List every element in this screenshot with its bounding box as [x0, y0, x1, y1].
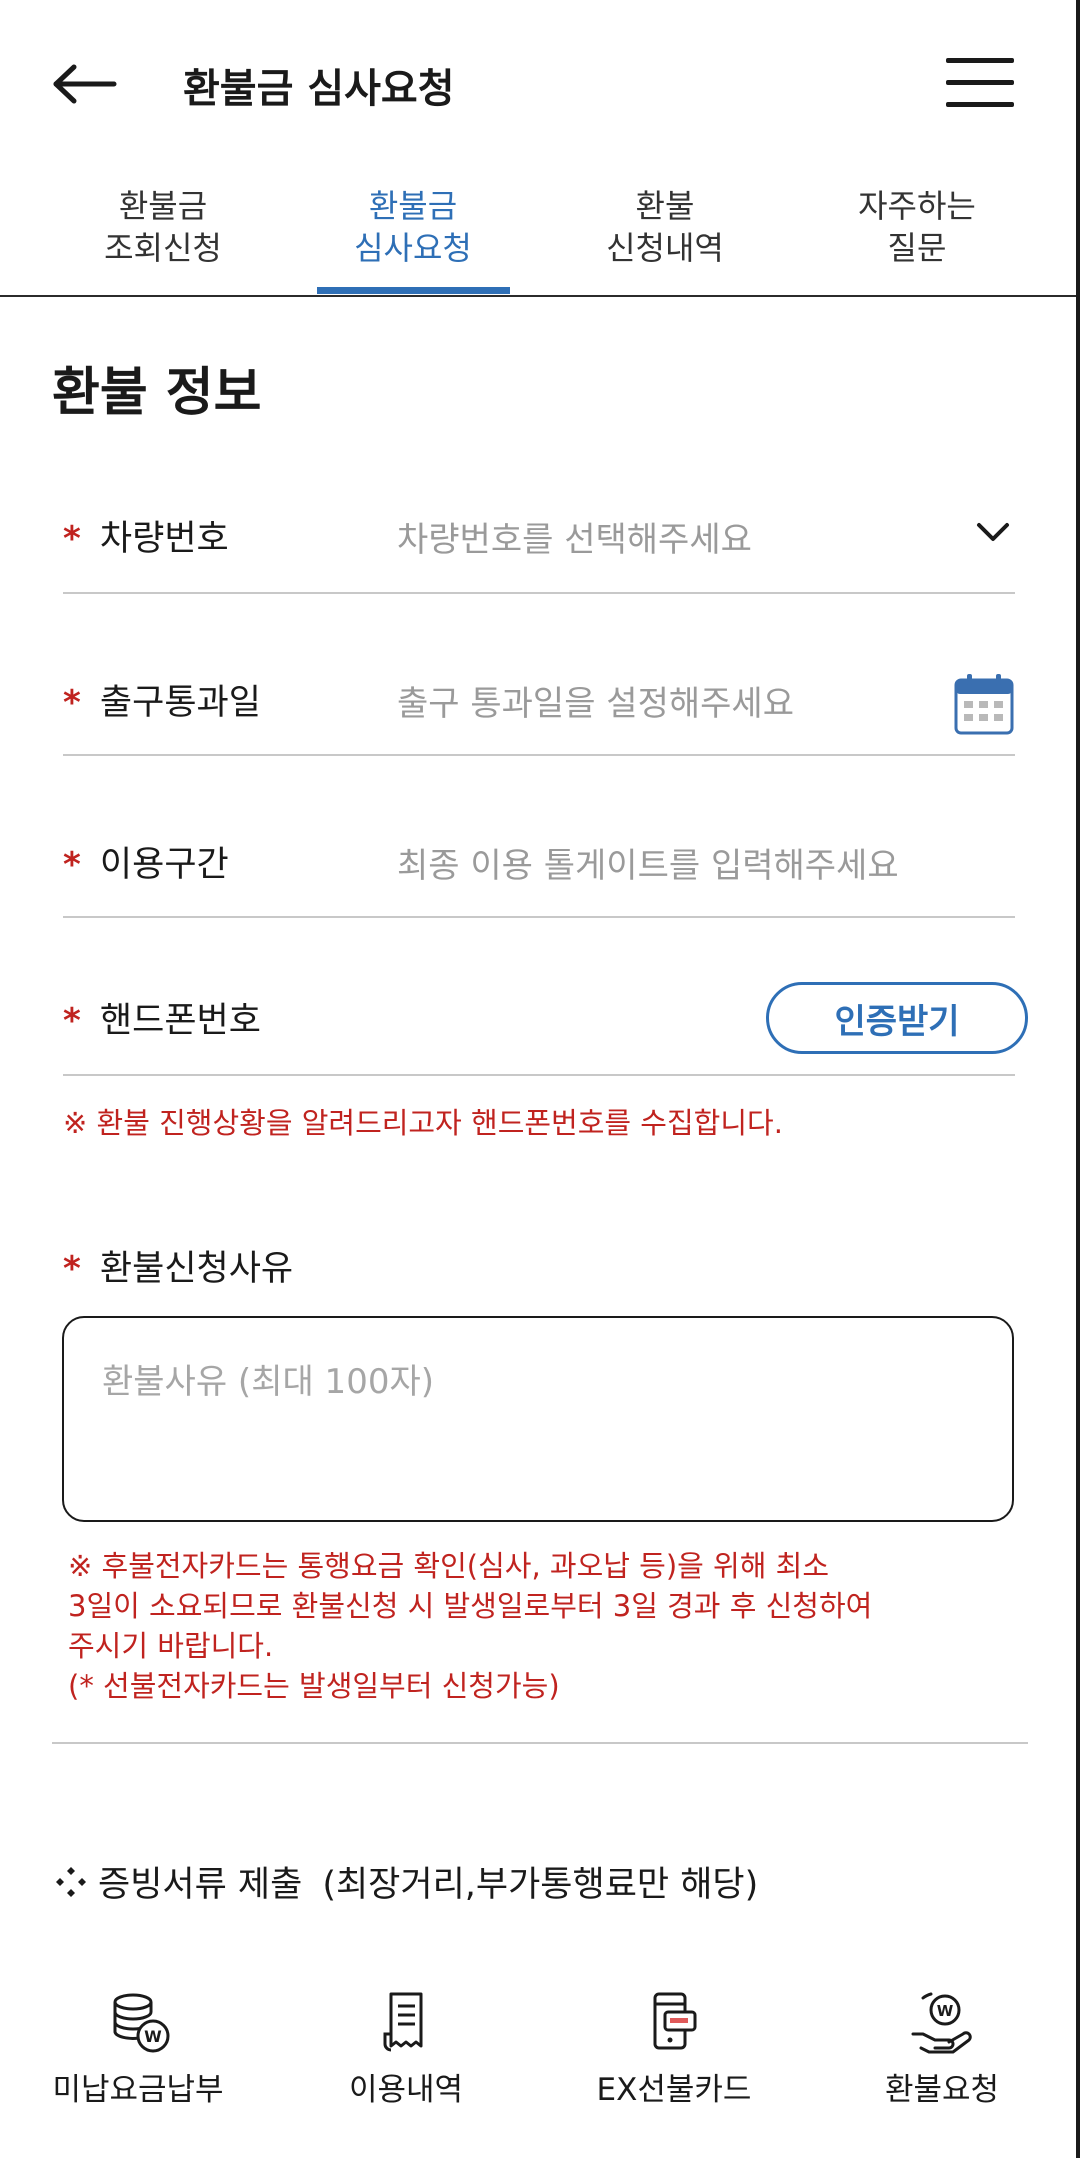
- evidence-section[interactable]: 증빙서류 제출 (최장거리,부가통행료만 해당): [54, 1856, 758, 1907]
- reason-textarea[interactable]: [102, 1354, 982, 1494]
- required-mark: *: [63, 1001, 81, 1041]
- section-used-placeholder: 최종 이용 톨게이트를 입력해주세요: [397, 846, 899, 886]
- hamburger-icon: [946, 58, 1014, 63]
- section-used-field[interactable]: * 이용구간 최종 이용 톨게이트를 입력해주세요: [63, 826, 1015, 918]
- phone-label: 핸드폰번호: [99, 1001, 261, 1041]
- exit-date-field[interactable]: * 출구통과일 출구 통과일을 설정해주세요: [63, 660, 1015, 756]
- tab-refund-history[interactable]: 환불 신청내역: [565, 185, 765, 269]
- menu-button[interactable]: [942, 52, 1018, 116]
- back-button[interactable]: [52, 52, 132, 116]
- receipt-icon: [383, 1992, 423, 2052]
- evidence-title: 증빙서류 제출: [98, 1865, 303, 1905]
- tab-faq[interactable]: 자주하는 질문: [817, 185, 1017, 269]
- calendar-icon[interactable]: [953, 672, 1015, 736]
- nav-unpaid-fee[interactable]: W 미납요금납부: [28, 1990, 248, 2109]
- phone-notice: ※ 환불 진행상황을 알려드리고자 핸드폰번호를 수집합니다.: [63, 1106, 783, 1140]
- reason-label: 환불신청사유: [99, 1249, 294, 1289]
- active-tab-indicator: [317, 287, 510, 294]
- refund-hand-icon: W: [911, 1992, 972, 2054]
- exit-date-placeholder: 출구 통과일을 설정해주세요: [397, 684, 794, 724]
- nav-usage-history[interactable]: 이용내역: [296, 1990, 516, 2109]
- bottom-nav: W 미납요금납부 이용내역 EX선불카드 W 환불요청: [0, 1990, 1080, 2130]
- verify-button[interactable]: 인증받기: [766, 982, 1028, 1054]
- tab-bar: 환불금 조회신청 환불금 심사요청 환불 신청내역 자주하는 질문: [0, 175, 1080, 297]
- svg-text:W: W: [937, 2002, 954, 2020]
- nav-refund-request[interactable]: W 환불요청: [832, 1990, 1052, 2109]
- required-mark: *: [63, 845, 81, 885]
- nav-ex-prepaid-card[interactable]: EX선불카드: [564, 1990, 784, 2109]
- required-mark: *: [63, 683, 81, 723]
- coin-stack-icon: W: [113, 1993, 170, 2053]
- tab-refund-inquiry[interactable]: 환불금 조회신청: [63, 185, 263, 269]
- chevron-down-icon: [977, 523, 1009, 541]
- diamond-bullet-icon: [56, 1866, 86, 1897]
- arrow-left-icon: [53, 64, 117, 104]
- vehicle-select[interactable]: * 차량번호 차량번호를 선택해주세요: [63, 500, 1015, 594]
- reason-box: [62, 1316, 1014, 1522]
- exit-date-label: 출구통과일: [99, 683, 261, 723]
- app-header: 환불금 심사요청: [0, 0, 1080, 170]
- divider: [52, 1742, 1028, 1744]
- page-title: 환불금 심사요청: [183, 66, 455, 112]
- card-notice: ※ 후불전자카드는 통행요금 확인(심사, 과오납 등)을 위해 최소 3일이 …: [68, 1549, 873, 1703]
- required-mark: *: [63, 1249, 81, 1289]
- svg-text:W: W: [144, 2027, 162, 2046]
- required-mark: *: [63, 519, 81, 559]
- prepaid-card-icon: [653, 1992, 697, 2050]
- evidence-note: (최장거리,부가통행료만 해당): [322, 1865, 759, 1905]
- vehicle-placeholder: 차량번호를 선택해주세요: [397, 520, 752, 560]
- tab-refund-review[interactable]: 환불금 심사요청: [313, 185, 513, 269]
- window-edge: [1076, 0, 1080, 2158]
- section-title: 환불 정보: [52, 363, 262, 423]
- section-used-label: 이용구간: [99, 845, 229, 885]
- reason-label-row: * 환불신청사유: [63, 1240, 293, 1291]
- vehicle-label: 차량번호: [99, 519, 229, 559]
